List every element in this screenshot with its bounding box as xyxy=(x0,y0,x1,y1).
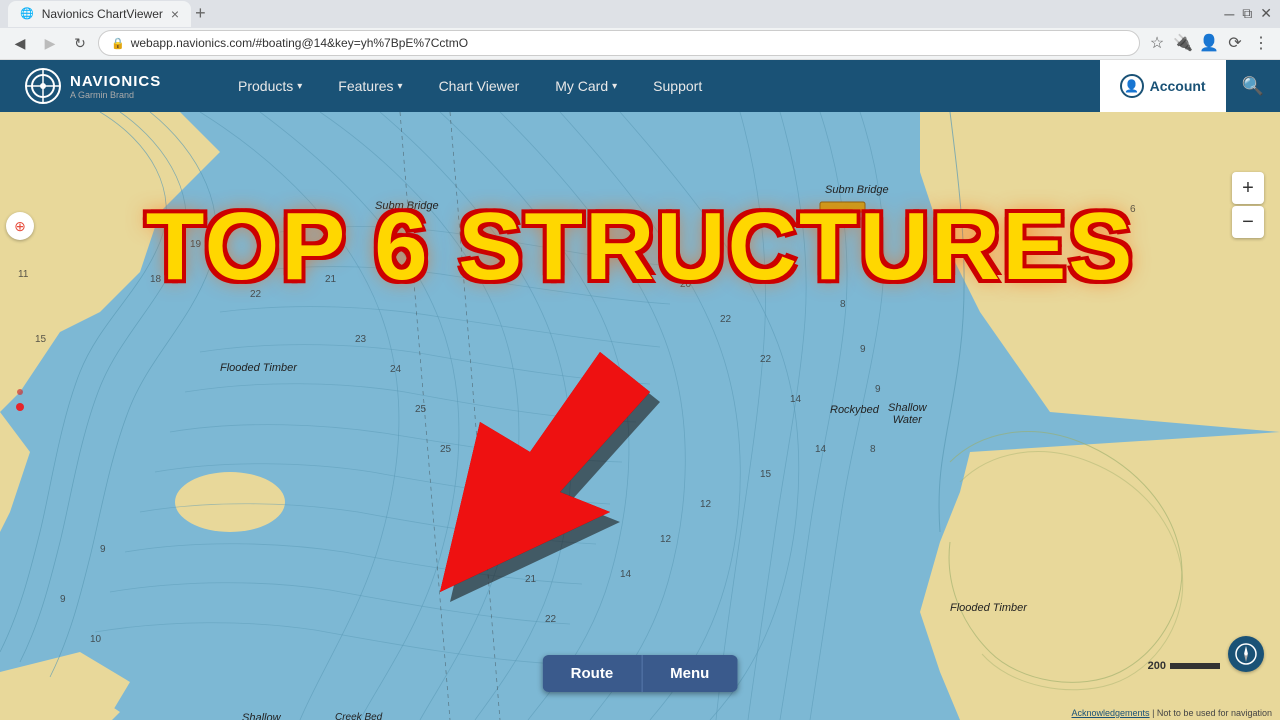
label-flooded-timber-right: Flooded Timber xyxy=(950,602,1027,614)
svg-text:9: 9 xyxy=(60,594,66,605)
menu-button[interactable]: ⋮ xyxy=(1250,33,1272,53)
svg-text:15: 15 xyxy=(760,469,772,480)
svg-text:10: 10 xyxy=(90,634,102,645)
svg-text:8: 8 xyxy=(870,444,876,455)
address-bar[interactable]: 🔒 webapp.navionics.com/#boating@14&key=y… xyxy=(98,30,1140,56)
red-arrow xyxy=(360,332,680,617)
label-shallow-water-left: ShallowWater xyxy=(242,712,281,720)
zoom-in-button[interactable]: + xyxy=(1232,172,1264,204)
svg-text:15: 15 xyxy=(35,334,47,345)
my-card-dropdown-arrow: ▾ xyxy=(612,81,617,92)
features-dropdown-arrow: ▾ xyxy=(398,81,403,92)
label-shallow-water: ShallowWater xyxy=(888,402,927,426)
tab-close-button[interactable]: × xyxy=(171,6,179,22)
new-tab-button[interactable]: + xyxy=(195,3,206,24)
restore-button[interactable]: ⧉ xyxy=(1242,5,1252,22)
svg-text:14: 14 xyxy=(790,394,802,405)
search-button[interactable]: 🔍 xyxy=(1226,60,1280,112)
label-flooded-timber-left: Flooded Timber xyxy=(220,362,297,374)
zoom-out-button[interactable]: − xyxy=(1232,206,1264,238)
ack-nav-disclaimer: Not to be used for navigation xyxy=(1157,708,1272,718)
browser-actions: ☆ 🔌 👤 ⟳ ⋮ xyxy=(1146,33,1272,53)
browser-tab[interactable]: 🌐 Navionics ChartViewer × xyxy=(8,1,191,27)
brand-name: NAVIONICS xyxy=(70,73,161,90)
profile-button[interactable]: 👤 xyxy=(1198,33,1220,53)
svg-text:12: 12 xyxy=(700,499,712,510)
label-rockybed: Rockybed xyxy=(830,404,879,416)
map-zoom-controls: + − xyxy=(1232,172,1264,238)
svg-text:11: 11 xyxy=(18,269,29,280)
sync-button[interactable]: ⟳ xyxy=(1224,33,1246,53)
nav-support[interactable]: Support xyxy=(635,60,720,112)
ack-link[interactable]: Acknowledgements xyxy=(1072,708,1150,718)
nav-links: Products ▾ Features ▾ Chart Viewer My Ca… xyxy=(220,60,1100,112)
navbar: NAVIONICS A Garmin Brand Products ▾ Feat… xyxy=(0,60,1280,112)
svg-text:9: 9 xyxy=(875,384,881,395)
route-button[interactable]: Route xyxy=(543,655,642,692)
svg-text:9: 9 xyxy=(860,344,866,355)
navionics-logo[interactable]: NAVIONICS A Garmin Brand xyxy=(24,67,161,105)
scale-value: 200 xyxy=(1148,660,1166,672)
acknowledgement-text: Acknowledgements | Not to be used for na… xyxy=(1072,708,1272,718)
reload-button[interactable]: ↻ xyxy=(68,31,92,55)
products-dropdown-arrow: ▾ xyxy=(297,81,302,92)
search-icon: 🔍 xyxy=(1242,76,1264,97)
account-icon: 👤 xyxy=(1120,74,1144,98)
browser-chrome: 🌐 Navionics ChartViewer × + ─ ⧉ ✕ ◀ ▶ ↻ … xyxy=(0,0,1280,60)
scale-bar xyxy=(1170,663,1220,669)
browser-tabs: 🌐 Navionics ChartViewer × + ─ ⧉ ✕ xyxy=(0,0,1280,28)
gps-button[interactable]: ⊕ xyxy=(6,212,34,240)
extensions-button[interactable]: 🔌 xyxy=(1172,33,1194,53)
url-text: webapp.navionics.com/#boating@14&key=yh%… xyxy=(131,36,468,50)
svg-text:14: 14 xyxy=(815,444,827,455)
browser-controls: ◀ ▶ ↻ 🔒 webapp.navionics.com/#boating@14… xyxy=(0,28,1280,59)
forward-button[interactable]: ▶ xyxy=(38,31,62,55)
brand-sub: A Garmin Brand xyxy=(70,90,161,100)
map-scale: 200 xyxy=(1148,660,1220,672)
svg-text:9: 9 xyxy=(100,544,106,555)
account-button[interactable]: 👤 Account xyxy=(1100,60,1226,112)
nav-chart-viewer[interactable]: Chart Viewer xyxy=(421,60,538,112)
close-window-button[interactable]: ✕ xyxy=(1260,5,1272,22)
window-controls: ─ ⧉ ✕ xyxy=(1224,5,1272,22)
minimize-button[interactable]: ─ xyxy=(1224,6,1234,22)
main-content: NAVIONICS A Garmin Brand Products ▾ Feat… xyxy=(0,60,1280,720)
big-title: TOP 6 STRUCTURES xyxy=(146,192,1135,302)
svg-text:22: 22 xyxy=(760,354,772,365)
map-background[interactable]: 11 15 18 19 22 15 21 23 24 25 25 20 20 2… xyxy=(0,112,1280,720)
nav-my-card[interactable]: My Card ▾ xyxy=(537,60,635,112)
tab-title: Navionics ChartViewer xyxy=(42,7,163,21)
svg-text:22: 22 xyxy=(720,314,732,325)
bookmark-button[interactable]: ☆ xyxy=(1146,33,1168,53)
lock-icon: 🔒 xyxy=(111,37,125,50)
logo-icon xyxy=(24,67,62,105)
nav-products[interactable]: Products ▾ xyxy=(220,60,320,112)
back-button[interactable]: ◀ xyxy=(8,31,32,55)
menu-button[interactable]: Menu xyxy=(641,655,737,692)
compass-button[interactable] xyxy=(1228,636,1264,672)
label-creek-bed: Creek BedLusk Branch xyxy=(335,712,391,720)
nav-features[interactable]: Features ▾ xyxy=(320,60,420,112)
bottom-buttons: Route Menu xyxy=(543,655,738,692)
compass-icon xyxy=(1234,642,1258,666)
brand: NAVIONICS A Garmin Brand xyxy=(0,67,220,105)
